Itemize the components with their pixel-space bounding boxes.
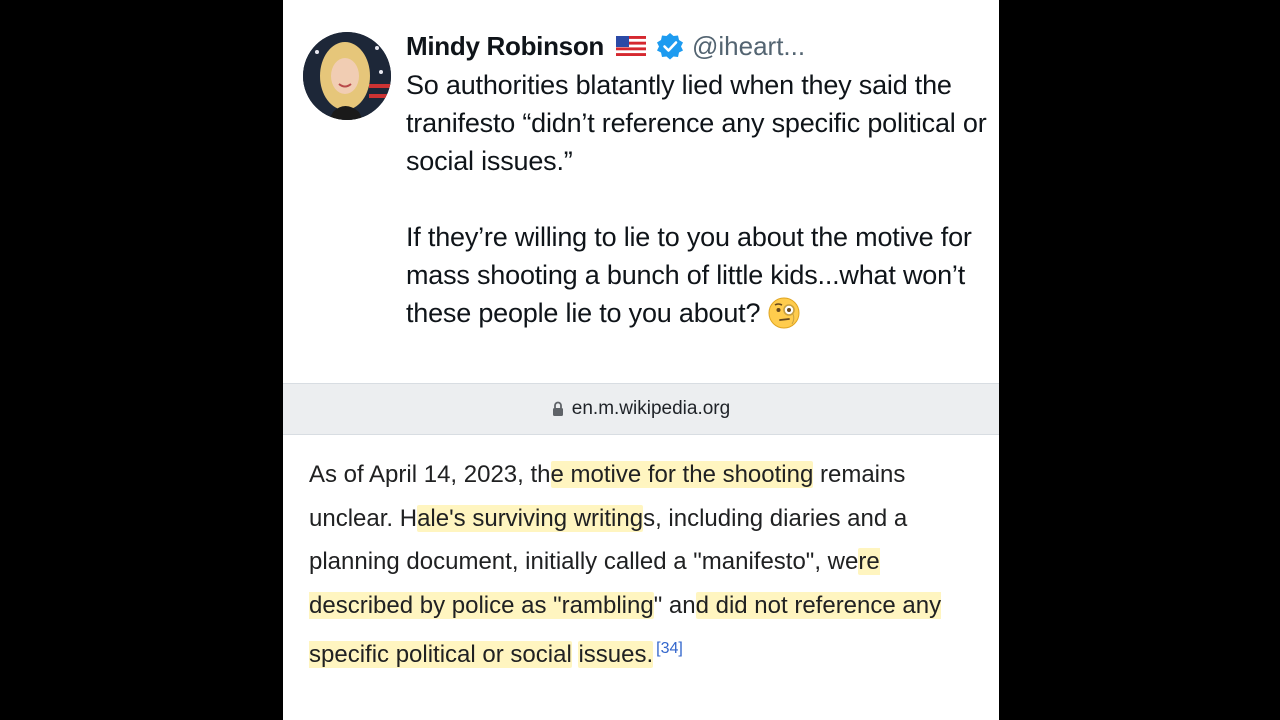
screenshot-panel: Mindy Robinson @iheart... So authorities…	[283, 0, 999, 720]
verified-badge-icon	[656, 32, 684, 60]
tweet-header: Mindy Robinson @iheart...	[406, 26, 805, 66]
display-name[interactable]: Mindy Robinson	[406, 31, 604, 62]
tweet-body: So authorities blatantly lied when they …	[406, 66, 991, 332]
highlighted-text: issues.	[578, 641, 654, 668]
tweet-paragraph-2: If they’re willing to lie to you about t…	[406, 218, 991, 332]
wikipedia-excerpt: As of April 14, 2023, the motive for the…	[283, 435, 999, 720]
tweet-paragraph-1: So authorities blatantly lied when they …	[406, 70, 987, 176]
wikipedia-paragraph: As of April 14, 2023, the motive for the…	[309, 453, 989, 677]
highlighted-text: e motive for the shooting	[550, 461, 814, 488]
face-with-monocle-emoji	[768, 297, 800, 329]
link-preview-bar[interactable]: en.m.wikipedia.org	[283, 383, 999, 435]
avatar[interactable]	[303, 32, 391, 120]
link-domain[interactable]: en.m.wikipedia.org	[572, 398, 730, 420]
us-flag-icon	[616, 36, 646, 56]
highlighted-text: ale's surviving writing	[417, 504, 644, 532]
lock-icon	[552, 401, 564, 417]
wiki-text-segment: " an	[653, 591, 696, 619]
wiki-text-segment: As of April 14, 2023, th	[309, 461, 551, 488]
citation-link[interactable]: [34]	[656, 640, 683, 657]
tweet-paragraph-2-text: If they’re willing to lie to you about t…	[406, 222, 972, 328]
user-handle[interactable]: @iheart...	[692, 31, 805, 62]
tweet-card[interactable]: Mindy Robinson @iheart... So authorities…	[283, 0, 999, 383]
